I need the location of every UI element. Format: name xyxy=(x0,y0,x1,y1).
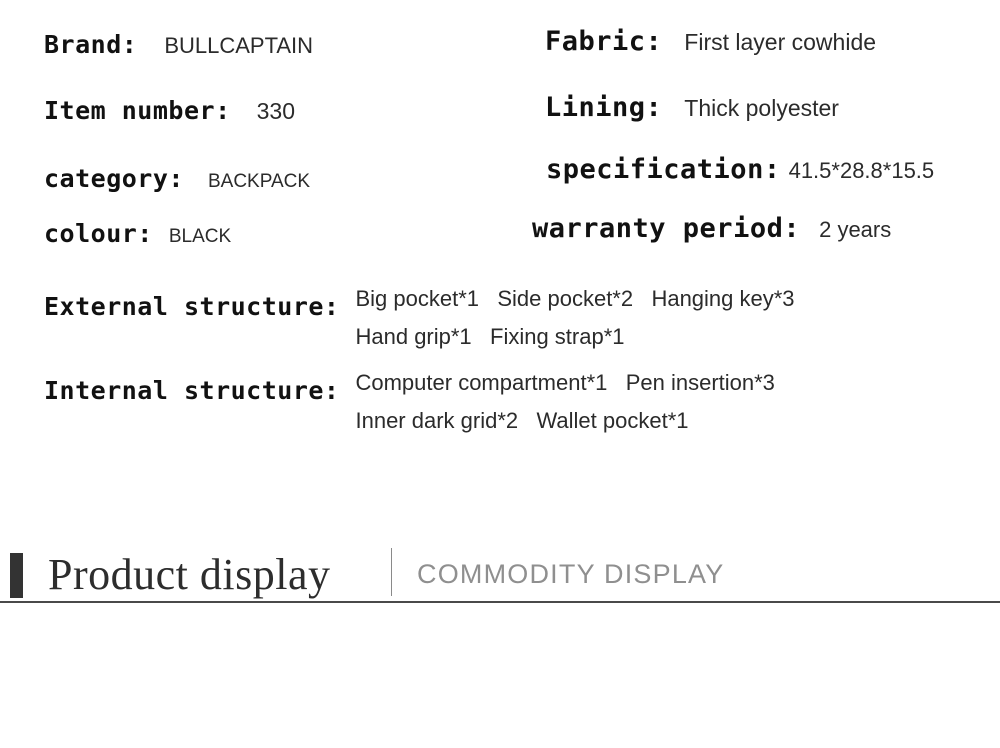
spec-label-item-number: Item number: xyxy=(44,96,231,125)
spec-value-category: BACKPACK xyxy=(207,171,311,192)
spec-row-specification: specification: 41.5*28.8*15.5 xyxy=(546,154,934,185)
spec-label-colour: colour: xyxy=(44,219,153,248)
product-display-section-header: Product display COMMODITY DISPLAY xyxy=(0,540,1000,610)
spec-label-fabric: Fabric: xyxy=(545,26,663,57)
spec-value-warranty-period: 2 years xyxy=(819,217,892,242)
section-divider xyxy=(391,548,392,596)
spec-label-external-structure: External structure: xyxy=(44,292,340,321)
spec-value-external-structure: Big pocket*1 Side pocket*2 Hanging key*3… xyxy=(355,280,794,356)
spec-value-brand: BULLCAPTAIN xyxy=(164,33,314,58)
spec-value-lining: Thick polyester xyxy=(684,95,839,121)
spec-label-internal-structure: Internal structure: xyxy=(44,376,340,405)
spec-label-category: category: xyxy=(44,164,184,193)
section-title: Product display xyxy=(48,550,331,599)
spec-value-colour: BLACK xyxy=(168,226,232,247)
spec-row-brand: Brand: BULLCAPTAIN xyxy=(44,30,313,59)
spec-label-lining: Lining: xyxy=(545,92,663,123)
spec-row-colour: colour: BLACK xyxy=(44,219,231,248)
internal-structure-line-1: Computer compartment*1 Pen insertion*3 xyxy=(355,370,775,395)
spec-row-warranty-period: warranty period: 2 years xyxy=(532,213,891,244)
spec-row-item-number: Item number: 330 xyxy=(44,96,295,125)
spec-row-category: category: BACKPACK xyxy=(44,164,310,193)
spec-label-brand: Brand: xyxy=(44,30,138,59)
spec-label-specification: specification: xyxy=(546,154,781,185)
spec-row-lining: Lining: Thick polyester xyxy=(545,92,839,123)
spec-value-fabric: First layer cowhide xyxy=(684,29,877,55)
external-structure-line-2: Hand grip*1 Fixing strap*1 xyxy=(355,324,625,349)
spec-value-internal-structure: Computer compartment*1 Pen insertion*3 I… xyxy=(355,364,774,440)
product-spec-page: Brand: BULLCAPTAIN Item number: 330 cate… xyxy=(0,0,1000,748)
spec-value-specification: 41.5*28.8*15.5 xyxy=(788,158,935,183)
specification-block: Brand: BULLCAPTAIN Item number: 330 cate… xyxy=(0,0,1000,470)
spec-label-warranty-period: warranty period: xyxy=(532,213,801,244)
section-horizontal-rule xyxy=(0,601,1000,603)
spec-value-item-number: 330 xyxy=(256,98,295,124)
spec-row-external-structure: External structure: Big pocket*1 Side po… xyxy=(44,286,795,366)
external-structure-line-1: Big pocket*1 Side pocket*2 Hanging key*3 xyxy=(355,286,795,311)
spec-row-internal-structure: Internal structure: Computer compartment… xyxy=(44,370,775,450)
accent-bar-icon xyxy=(10,553,23,598)
internal-structure-line-2: Inner dark grid*2 Wallet pocket*1 xyxy=(355,408,689,433)
section-subtitle: COMMODITY DISPLAY xyxy=(417,559,725,589)
spec-row-fabric: Fabric: First layer cowhide xyxy=(545,26,876,57)
